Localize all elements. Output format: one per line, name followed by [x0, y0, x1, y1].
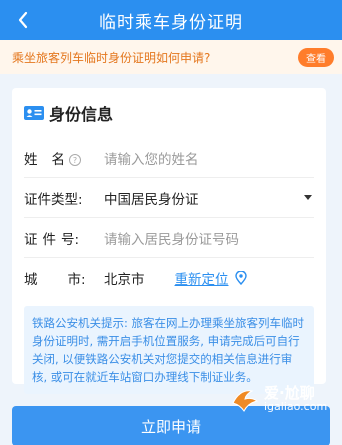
dropdown-arrow-icon[interactable]: [304, 195, 312, 200]
back-button[interactable]: [8, 0, 38, 40]
watermark-title: 爱·尬聊: [264, 384, 315, 402]
page-title: 临时乘车身份证明: [99, 12, 243, 33]
view-button[interactable]: 查看: [298, 47, 334, 67]
card-title: 身份信息: [49, 105, 114, 124]
watermark-logo: 爱·尬聊 igaliao.com: [230, 385, 327, 415]
id-type-select[interactable]: 中国居民身份证: [104, 188, 199, 208]
id-number-label: 证件号:: [24, 231, 80, 248]
city-label: 城市:: [24, 272, 86, 288]
tip-text: 铁路公安机关提示: 旅客在网上办理乘坐旅客列车临时身份证明时, 需开启手机位置服…: [24, 306, 314, 394]
location-pin-icon[interactable]: [234, 271, 247, 285]
name-label: 姓名?: [24, 148, 104, 168]
id-type-row[interactable]: 证件类型: 中国居民身份证: [24, 178, 314, 218]
name-row: 姓名? 请输入您的姓名: [24, 138, 314, 178]
city-value: 北京市: [104, 272, 145, 288]
chevron-left-icon: [18, 11, 28, 29]
name-input[interactable]: 请输入您的姓名: [104, 148, 199, 168]
help-icon[interactable]: ?: [69, 154, 81, 166]
city-row: 城市: 北京市 重新定位: [24, 258, 314, 298]
identity-card: 身份信息 姓名? 请输入您的姓名 证件类型: 中国居民身份证 证件号: 请输入居…: [12, 88, 326, 394]
relocate-link[interactable]: 重新定位: [175, 268, 229, 288]
top-bar: 临时乘车身份证明: [0, 0, 342, 40]
id-number-input[interactable]: 请输入居民身份证号码: [104, 228, 239, 248]
id-type-label: 证件类型:: [24, 191, 83, 208]
id-number-row: 证件号: 请输入居民身份证号码: [24, 218, 314, 258]
notice-text: 乘坐旅客列车临时身份证明如何申请?: [12, 50, 211, 65]
id-card-icon: [24, 106, 44, 120]
watermark-url: igaliao.com: [264, 400, 328, 413]
notice-bar: 乘坐旅客列车临时身份证明如何申请? 查看: [0, 40, 342, 74]
card-header: 身份信息: [12, 88, 326, 138]
bird-logo-icon: [232, 390, 259, 412]
